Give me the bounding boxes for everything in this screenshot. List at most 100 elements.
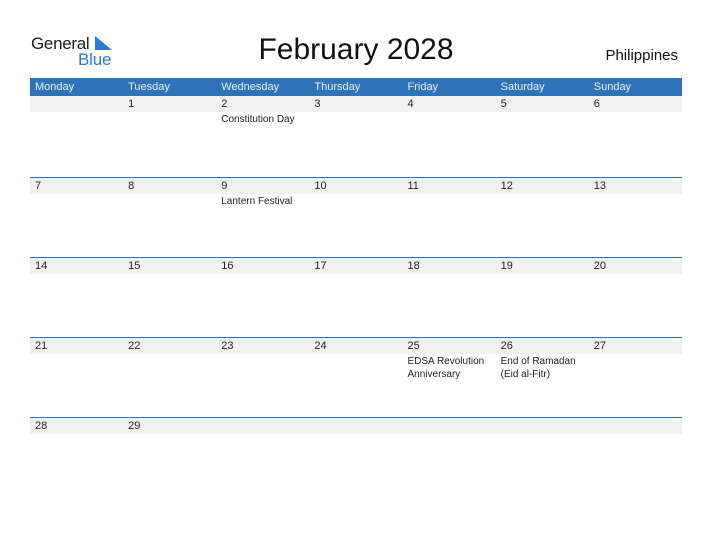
- day-number: 13: [588, 178, 682, 194]
- day-number: 21: [30, 338, 124, 354]
- day-number: 25: [402, 338, 496, 354]
- day-cell: 3: [309, 96, 403, 177]
- day-cell: 16: [216, 258, 310, 337]
- weekday-monday: Monday: [35, 81, 75, 93]
- day-cell: 5: [495, 96, 589, 177]
- holiday-label: [123, 274, 216, 275]
- holiday-label: [30, 274, 123, 275]
- day-number: [30, 96, 124, 112]
- calendar-grid: Monday Tuesday Wednesday Thursday Friday…: [30, 78, 682, 434]
- day-cell: 19: [495, 258, 589, 337]
- weekday-sunday: Sunday: [593, 81, 632, 93]
- day-cell: 21: [30, 338, 124, 417]
- holiday-label: [123, 354, 216, 355]
- day-cell: 8: [123, 178, 217, 257]
- day-cell: 26 End of Ramadan (Eid al-Fitr): [495, 338, 589, 417]
- day-number: 3: [309, 96, 403, 112]
- day-cell: 12: [495, 178, 589, 257]
- day-cell: 1: [123, 96, 217, 177]
- day-number: 18: [402, 258, 496, 274]
- day-cell: 11: [402, 178, 496, 257]
- day-cell: 28: [30, 418, 124, 434]
- day-number: 22: [123, 338, 217, 354]
- day-cell: 10: [309, 178, 403, 257]
- weekday-tuesday: Tuesday: [128, 81, 170, 93]
- weeks-container: 1 2 Constitution Day 3 4 5 6 7 8 9 Lantern Festiva…: [30, 96, 682, 434]
- day-cell: 15: [123, 258, 217, 337]
- holiday-label: Constitution Day: [221, 114, 295, 125]
- weekday-saturday: Saturday: [500, 81, 545, 93]
- country-label: Philippines: [605, 47, 678, 64]
- day-number: [402, 418, 496, 434]
- day-number: 23: [216, 338, 310, 354]
- day-number: 6: [588, 96, 682, 112]
- day-number: 29: [123, 418, 217, 434]
- holiday-label: [309, 354, 402, 355]
- day-cell: 22: [123, 338, 217, 417]
- day-number: 14: [30, 258, 124, 274]
- holiday-label: [30, 112, 123, 113]
- day-number: [309, 418, 403, 434]
- holiday-label: [30, 194, 123, 195]
- holiday-label: [123, 112, 216, 113]
- day-number: 28: [30, 418, 124, 434]
- day-cell: 9 Lantern Festival: [216, 178, 310, 257]
- holiday-label: [309, 274, 402, 275]
- day-number: [588, 418, 682, 434]
- day-number: 9: [216, 178, 310, 194]
- day-number: [495, 418, 589, 434]
- holiday-label: [309, 194, 402, 195]
- day-number: 26: [495, 338, 589, 354]
- week-row: 7 8 9 Lantern Festival 10 11 12 13: [30, 177, 682, 257]
- day-number: 7: [30, 178, 124, 194]
- day-number: 27: [588, 338, 682, 354]
- holiday-label: [123, 194, 216, 195]
- holiday-label: [496, 194, 589, 195]
- day-number: 5: [495, 96, 589, 112]
- day-cell: [588, 418, 682, 434]
- day-number: 19: [495, 258, 589, 274]
- holiday-label: EDSA Revolution Anniversary: [407, 356, 485, 380]
- weekday-friday: Friday: [407, 81, 439, 93]
- day-cell: 25 EDSA Revolution Anniversary: [402, 338, 496, 417]
- holiday-label: [30, 354, 123, 355]
- holiday-label: [589, 194, 682, 195]
- holiday-label: [496, 112, 589, 113]
- day-cell: [309, 418, 403, 434]
- holiday-label: [496, 274, 589, 275]
- day-cell: 23: [216, 338, 310, 417]
- week-row: 14 15 16 17 18 19 20: [30, 257, 682, 337]
- day-number: 4: [402, 96, 496, 112]
- day-cell: 13: [588, 178, 682, 257]
- week-row: 1 2 Constitution Day 3 4 5 6: [30, 96, 682, 177]
- holiday-label: End of Ramadan (Eid al-Fitr): [500, 356, 576, 380]
- day-cell: [495, 418, 589, 434]
- day-cell: 14: [30, 258, 124, 337]
- day-number: 16: [216, 258, 310, 274]
- day-cell: [216, 418, 310, 434]
- day-cell: 18: [402, 258, 496, 337]
- weekday-wednesday: Wednesday: [221, 81, 280, 93]
- day-number: 20: [588, 258, 682, 274]
- holiday-label: [589, 354, 682, 355]
- day-cell: 6: [588, 96, 682, 177]
- holiday-label: [309, 112, 402, 113]
- day-cell: 29: [123, 418, 217, 434]
- holiday-label: [216, 274, 309, 275]
- day-number: 15: [123, 258, 217, 274]
- holiday-label: [589, 274, 682, 275]
- day-number: 2: [216, 96, 310, 112]
- day-number: 1: [123, 96, 217, 112]
- day-number: 8: [123, 178, 217, 194]
- holiday-label: [403, 274, 496, 275]
- day-cell: 20: [588, 258, 682, 337]
- week-row: 21 22 23 24 25 EDSA Revolution Anniversary 26 E…: [30, 337, 682, 417]
- holiday-label: [589, 112, 682, 113]
- day-cell: [30, 96, 124, 177]
- day-number: 12: [495, 178, 589, 194]
- holiday-label: Lantern Festival: [221, 196, 293, 207]
- day-number: 24: [309, 338, 403, 354]
- day-number: 17: [309, 258, 403, 274]
- day-cell: 17: [309, 258, 403, 337]
- day-cell: 7: [30, 178, 124, 257]
